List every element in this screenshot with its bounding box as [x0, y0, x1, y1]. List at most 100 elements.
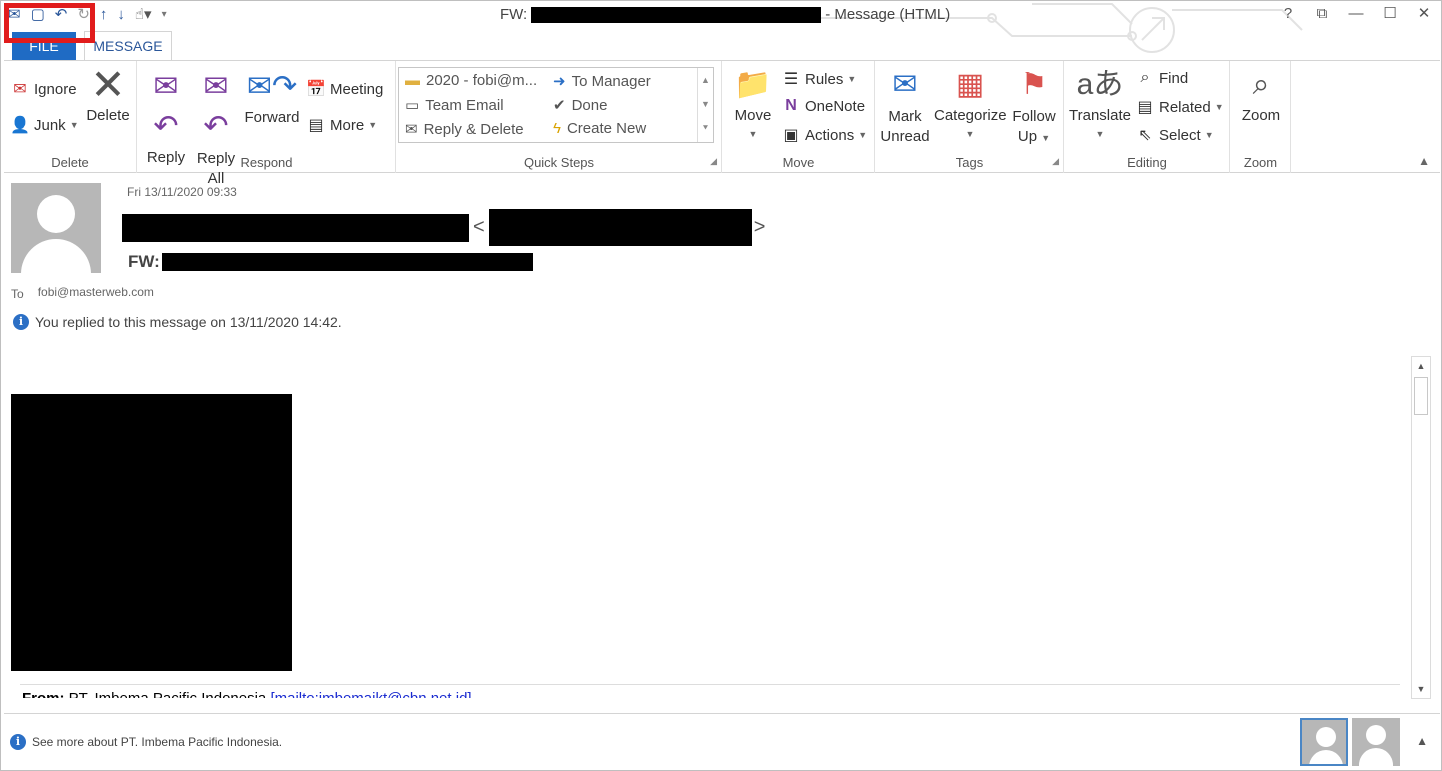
quick-step-label: Create New [566, 120, 647, 137]
junk-button[interactable]: 👤 Junk ▼ [10, 115, 79, 135]
chevron-down-icon: ▼ [847, 74, 857, 84]
help-icon[interactable]: ? [1276, 2, 1300, 26]
from-mailto-link[interactable]: [mailto:imbemaikt@cbn.net.id] [270, 690, 471, 698]
quick-step-label: Reply & Delete [423, 120, 524, 138]
scroll-thumb[interactable] [1414, 377, 1428, 415]
ribbon-display-icon[interactable]: ⧉ [1310, 2, 1334, 26]
delete-x-icon: ✕ [90, 61, 126, 108]
move-button[interactable]: 📁 Move ▼ [729, 65, 777, 141]
mark-label-2: Unread [880, 128, 930, 145]
angle-open: < [473, 216, 485, 238]
to-label: To [11, 287, 24, 301]
window-title: FW: - Message (HTML) [500, 6, 950, 23]
maximize-icon[interactable]: ☐ [1378, 2, 1402, 26]
quick-step-item[interactable]: ➜ To Manager [553, 72, 651, 91]
binoculars-icon: ⌕ [1140, 69, 1150, 86]
info-icon: i [13, 314, 29, 330]
reply-button[interactable]: ✉↶ Reply [144, 67, 188, 166]
customize-icon[interactable]: ▾ [162, 4, 167, 26]
select-button[interactable]: ⇖ Select ▼ [1135, 125, 1213, 145]
message-date: Fri 13/11/2020 09:33 [127, 185, 237, 199]
down-arrow-icon[interactable]: ↓ [117, 4, 125, 26]
sender-row: < > [122, 209, 765, 246]
touch-mode-icon[interactable]: ☝▾ [135, 4, 152, 26]
up-arrow-icon[interactable]: ↑ [100, 4, 108, 26]
subject-prefix: FW: [128, 252, 160, 271]
people-notice-text[interactable]: See more about PT. Imbema Pacific Indone… [32, 735, 282, 749]
collapse-ribbon-icon[interactable]: ▲ [1418, 154, 1430, 168]
quick-step-label: To Manager [571, 72, 651, 90]
expand-gallery-icon[interactable]: ⯆ [698, 116, 713, 140]
angle-close: > [753, 216, 766, 238]
group-label: Editing [1127, 155, 1167, 170]
move-group: 📁 Move ▼ ☰ Rules ▼ N OneNote ▣ Actions ▼… [723, 61, 875, 173]
move-folder-icon: 📁 [734, 68, 772, 101]
scroll-up-icon[interactable]: ▲ [698, 68, 713, 92]
to-row: To fobi@masterweb.com [11, 285, 154, 301]
categorize-button[interactable]: ▦ Categorize ▼ [934, 65, 1007, 141]
related-button[interactable]: ▤ Related ▼ [1135, 97, 1224, 117]
to-address[interactable]: fobi@masterweb.com [38, 285, 154, 301]
junk-icon: 👤 [10, 117, 30, 134]
ignore-label: Ignore [34, 80, 77, 98]
delete-label: Delete [86, 107, 130, 124]
tags-group: ✉ Mark Unread ▦ Categorize ▼ ⚑ Follow Up… [876, 61, 1064, 173]
expand-people-pane-icon[interactable]: ▲ [1416, 734, 1428, 748]
scroll-up-icon[interactable]: ▲ [1412, 357, 1430, 375]
replied-notice: i You replied to this message on 13/11/2… [13, 314, 342, 330]
minimize-icon[interactable]: — [1344, 2, 1368, 26]
follow-up-button[interactable]: ⚑ Follow Up ▼ [1010, 65, 1058, 148]
body-scrollbar[interactable]: ▲ ▼ [1411, 356, 1431, 699]
team-email-icon: ▭ [405, 97, 420, 114]
quick-step-item[interactable]: ▭ Team Email [405, 96, 504, 115]
rules-icon: ☰ [783, 71, 799, 88]
zoom-button[interactable]: ⌕ Zoom [1235, 65, 1287, 124]
tab-message[interactable]: MESSAGE [84, 31, 172, 62]
message-body: From: PT. Imbema Pacific Indonesia [mail… [8, 356, 1430, 698]
folder-icon: ▬ [405, 72, 420, 89]
mark-unread-button[interactable]: ✉ Mark Unread [880, 65, 930, 147]
reply-all-button[interactable]: ✉↶ Reply All [194, 67, 238, 189]
redacted-title [531, 6, 822, 23]
actions-button[interactable]: ▣ Actions ▼ [781, 125, 867, 145]
scroll-down-icon[interactable]: ▼ [1412, 680, 1430, 698]
reply-delete-icon: ✉ [405, 121, 418, 138]
junk-label: Junk [34, 116, 66, 134]
group-label: Zoom [1243, 155, 1278, 170]
quick-step-item[interactable]: ϟ Create New [553, 120, 646, 137]
redacted-image [11, 394, 292, 671]
window-controls: ? ⧉ — ☐ ✕ [1276, 2, 1436, 26]
translate-label: Translate [1069, 107, 1131, 124]
find-button[interactable]: ⌕ Find [1135, 69, 1189, 87]
forward-button[interactable]: ✉↷ Forward [244, 67, 300, 126]
chevron-down-icon: ▼ [1095, 129, 1105, 139]
person-avatar[interactable] [1300, 718, 1348, 766]
more-button[interactable]: ▤ More ▼ [306, 115, 377, 135]
meeting-button[interactable]: 📅 Meeting [306, 79, 383, 99]
group-label: Respond [240, 155, 293, 170]
onenote-icon: N [785, 97, 797, 114]
person-avatar[interactable] [1352, 718, 1400, 766]
quick-step-item[interactable]: ✉ Reply & Delete [405, 120, 524, 139]
dialog-launcher-icon[interactable]: ◢ [1052, 156, 1059, 167]
translate-icon: aあ [1076, 68, 1124, 101]
related-label: Related [1159, 98, 1211, 116]
quick-step-label: 2020 - fobi@m... [426, 72, 538, 89]
chevron-down-icon: ▼ [1041, 133, 1051, 143]
translate-button[interactable]: aあ Translate ▼ [1069, 65, 1131, 141]
delete-button[interactable]: ✕ Delete [84, 61, 132, 125]
group-label: Tags [955, 155, 984, 170]
actions-label: Actions [805, 126, 855, 144]
onenote-button[interactable]: N OneNote [781, 97, 865, 115]
scroll-down-icon[interactable]: ▼ [698, 92, 713, 116]
people-pane: i See more about PT. Imbema Pacific Indo… [4, 713, 1440, 771]
close-icon[interactable]: ✕ [1412, 2, 1436, 26]
chevron-down-icon: ▼ [1214, 102, 1224, 112]
dialog-launcher-icon[interactable]: ◢ [710, 156, 717, 167]
quick-step-item[interactable]: ▬ 2020 - fobi@m... [405, 72, 537, 89]
quick-step-item[interactable]: ✔ Done [553, 96, 607, 115]
ignore-button[interactable]: ✉ Ignore [10, 79, 77, 99]
rules-button[interactable]: ☰ Rules ▼ [781, 69, 856, 89]
forwarded-from-line: From: PT. Imbema Pacific Indonesia [mail… [22, 690, 472, 698]
mark-label-1: Mark [888, 108, 922, 125]
